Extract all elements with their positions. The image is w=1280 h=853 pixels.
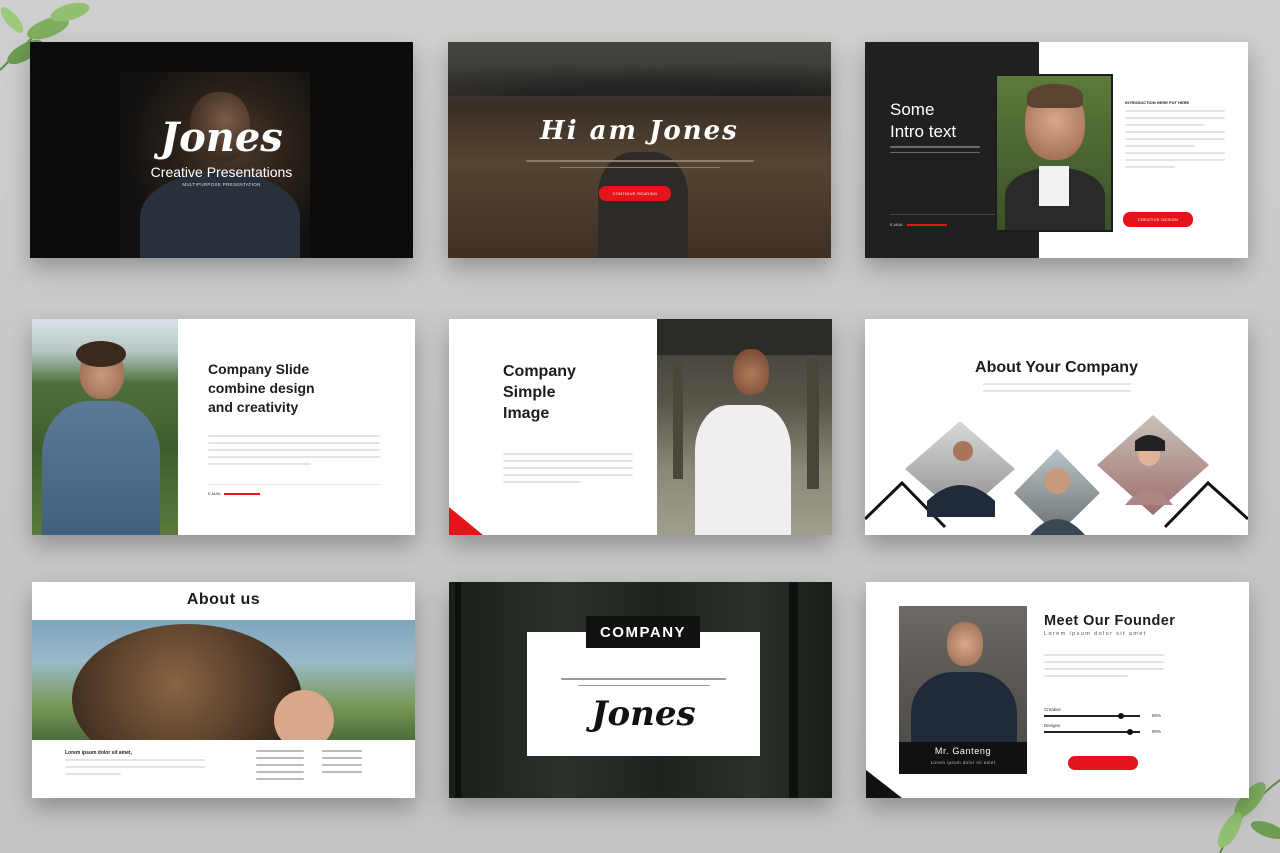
slide-9-heading: Meet Our Founder <box>1044 613 1176 629</box>
slide-7-lorem: Lorem ipsum dolor sit amet, <box>65 750 132 756</box>
slide-9-founder[interactable]: Mr. Ganteng Lorem ipsum dolor sit amet M… <box>866 582 1249 798</box>
slide-7-heading: About us <box>186 591 261 608</box>
woman-hair-photo <box>32 620 415 740</box>
slide-2-title: Hi am Jones <box>540 116 739 146</box>
skill-bar-knob <box>1127 729 1134 735</box>
skill-percent: 80% <box>1152 713 1162 718</box>
slide-6-about-company[interactable]: About Your Company <box>865 319 1248 535</box>
slide-4-heading-2: combine design <box>208 380 315 396</box>
slide-3-body-text <box>890 146 980 158</box>
diamond-photo-collage <box>865 415 1248 535</box>
slide-4-email-value <box>224 493 260 495</box>
slide-1-title: Jones <box>160 114 283 161</box>
founder-button[interactable] <box>1068 756 1138 770</box>
slide-7-bullet-list-1 <box>256 750 304 785</box>
slide-5-body-text <box>503 453 633 488</box>
skill-label: Designs <box>1044 723 1061 728</box>
slide-8-label-box: COMPANY <box>586 616 700 648</box>
slide-7-body-text <box>65 759 205 780</box>
man-in-denim-photo <box>32 319 178 535</box>
slide-2-body-text <box>526 160 754 173</box>
slide-5-heading-2: Simple <box>503 384 556 401</box>
skill-bar-knob <box>1117 713 1124 719</box>
red-corner-accent <box>449 507 483 535</box>
slide-1-cover[interactable]: Jones Creative Presentations MULTIPURPOS… <box>30 42 413 258</box>
skill-percent: 90% <box>1152 729 1162 734</box>
slide-3-intro[interactable]: Some Intro text E-MAIL INTRODUCTION HERE… <box>865 42 1248 258</box>
slide-4-heading-1: Company Slide <box>208 361 310 377</box>
founder-name-sub: Lorem ipsum dolor sit amet <box>930 760 996 765</box>
slide-6-body-text <box>983 383 1131 397</box>
slide-4-company[interactable]: Company Slide combine design and creativ… <box>32 319 415 535</box>
skill-bar-track <box>1044 715 1140 717</box>
slide-5-simple-image[interactable]: Company Simple Image <box>449 319 832 535</box>
field-photo <box>448 42 831 258</box>
slide-3-divider <box>890 214 1000 215</box>
slide-4-email-label: E-MAIL <box>208 491 222 496</box>
slide-8-title: Jones <box>591 694 696 734</box>
skill-bar-track <box>1044 731 1140 733</box>
slide-8-body-text <box>561 678 726 691</box>
slide-8-company-jones[interactable]: COMPANY Jones <box>449 582 832 798</box>
slide-9-subheading: Lorem ipsum dolor sit amet <box>1044 631 1147 637</box>
slide-5-heading-1: Company <box>503 363 576 380</box>
slide-5-heading-3: Image <box>503 405 550 422</box>
slide-1-subtitle: Creative Presentations <box>150 164 293 180</box>
slide-3-right-heading: INTRODUCTION HERE PUT HERE <box>1125 100 1190 105</box>
slide-7-bullet-list-2 <box>322 750 362 778</box>
slide-2-hero[interactable]: Hi am Jones CONTINUE READING <box>448 42 831 258</box>
slide-3-heading-1: Some <box>890 100 935 119</box>
slide-3-heading-2: Intro text <box>890 122 957 141</box>
skill-label: Creative <box>1044 707 1061 712</box>
slide-9-body-text <box>1044 654 1164 682</box>
slide-3-email-label: E-MAIL <box>890 222 904 227</box>
black-corner-accent <box>866 770 902 798</box>
slide-1-tagline: MULTIPURPOSE PRESENTATION <box>182 182 261 187</box>
continue-button[interactable]: CONTINUE READING <box>599 186 671 201</box>
slide-4-heading-3: and creativity <box>208 399 299 415</box>
slide-3-right-text <box>1125 110 1225 173</box>
slide-6-heading: About Your Company <box>975 359 1138 376</box>
creative-design-button[interactable]: CREATIVE DESIGN <box>1123 212 1193 227</box>
slide-4-body-text <box>208 435 380 470</box>
founder-name: Mr. Ganteng <box>934 746 992 756</box>
smiling-man-photo <box>995 74 1113 232</box>
slide-3-email-value <box>907 224 947 226</box>
slide-7-about-us[interactable]: About us Lorem ipsum dolor sit amet, <box>32 582 415 798</box>
man-under-bridge-photo <box>657 319 832 535</box>
